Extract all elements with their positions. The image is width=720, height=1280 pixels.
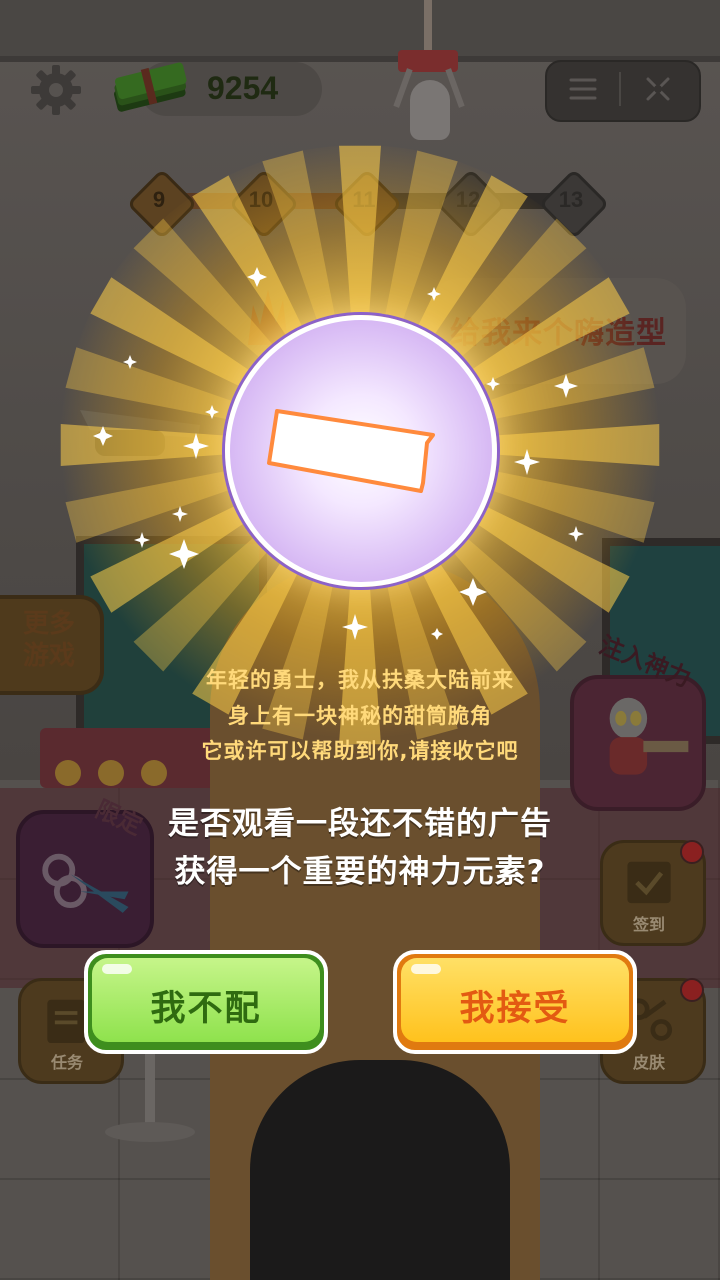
ad-question-line: 获得一个重要的神力元素? — [174, 854, 546, 890]
accept-button[interactable]: 我接受 — [393, 950, 637, 1054]
ad-question-line: 是否观看一段还不错的广告 — [168, 806, 552, 842]
story-line: 身上有一块神秘的甜筒脆角 — [228, 704, 492, 728]
story-line: 年轻的勇士，我从扶桑大陆前来 — [206, 668, 514, 692]
reject-button[interactable]: 我不配 — [84, 950, 328, 1054]
story-line: 它或许可以帮助到你,请接收它吧 — [201, 739, 519, 763]
reject-button-label: 我不配 — [150, 989, 262, 1029]
reward-popup: 年轻的勇士，我从扶桑大陆前来 身上有一块神秘的甜筒脆角 它或许可以帮助到你,请接… — [0, 0, 720, 1280]
sparkles — [93, 267, 584, 640]
accept-button-label: 我接受 — [459, 989, 571, 1029]
